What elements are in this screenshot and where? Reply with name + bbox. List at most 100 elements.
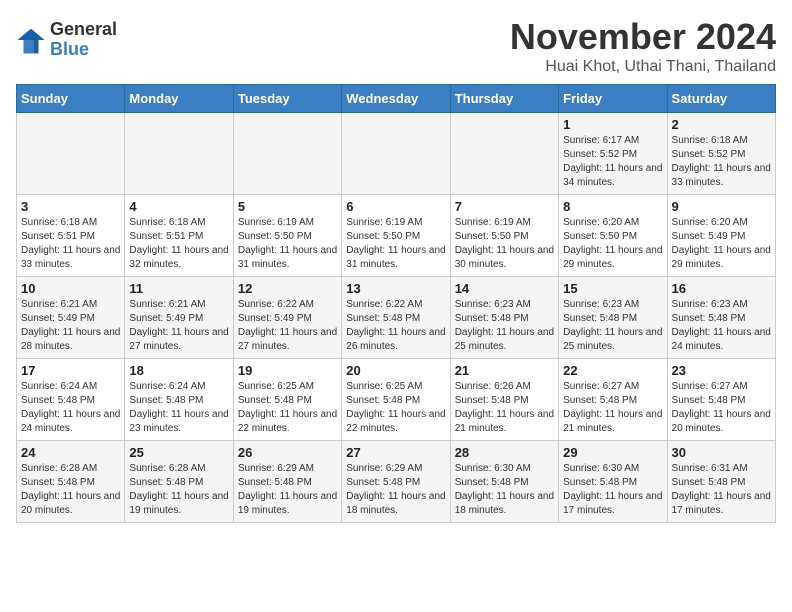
day-cell: 6 Sunrise: 6:19 AM Sunset: 5:50 PM Daylig… xyxy=(342,195,450,277)
day-cell xyxy=(342,113,450,195)
day-cell: 27 Sunrise: 6:29 AM Sunset: 5:48 PM Dayli… xyxy=(342,441,450,523)
day-info: Sunrise: 6:26 AM Sunset: 5:48 PM Dayligh… xyxy=(455,380,554,436)
header-cell-tuesday: Tuesday xyxy=(233,85,341,113)
day-cell xyxy=(233,113,341,195)
day-number: 11 xyxy=(129,281,228,296)
day-number: 1 xyxy=(563,117,662,132)
header-cell-wednesday: Wednesday xyxy=(342,85,450,113)
day-cell: 3 Sunrise: 6:18 AM Sunset: 5:51 PM Daylig… xyxy=(17,195,125,277)
day-info: Sunrise: 6:24 AM Sunset: 5:48 PM Dayligh… xyxy=(129,380,228,436)
week-row-1: 1Sunrise: 6:17 AM Sunset: 5:52 PM Daylig… xyxy=(17,113,776,195)
day-info: Sunrise: 6:22 AM Sunset: 5:48 PM Dayligh… xyxy=(346,298,445,354)
day-cell xyxy=(450,113,558,195)
day-info: Sunrise: 6:20 AM Sunset: 5:50 PM Dayligh… xyxy=(563,216,662,272)
day-cell: 30 Sunrise: 6:31 AM Sunset: 5:48 PM Dayli… xyxy=(667,441,775,523)
day-number: 18 xyxy=(129,363,228,378)
day-cell: 19 Sunrise: 6:25 AM Sunset: 5:48 PM Dayli… xyxy=(233,359,341,441)
day-info: Sunrise: 6:22 AM Sunset: 5:49 PM Dayligh… xyxy=(238,298,337,354)
logo-icon xyxy=(16,25,46,55)
day-info: Sunrise: 6:25 AM Sunset: 5:48 PM Dayligh… xyxy=(238,380,337,436)
day-number: 25 xyxy=(129,445,228,460)
page-header: General Blue November 2024 Huai Khot, Ut… xyxy=(16,16,776,76)
day-info: Sunrise: 6:29 AM Sunset: 5:48 PM Dayligh… xyxy=(346,462,445,518)
day-cell: 14Sunrise: 6:23 AM Sunset: 5:48 PM Dayli… xyxy=(450,277,558,359)
day-info: Sunrise: 6:24 AM Sunset: 5:48 PM Dayligh… xyxy=(21,380,120,436)
day-cell: 21 Sunrise: 6:26 AM Sunset: 5:48 PM Dayli… xyxy=(450,359,558,441)
day-cell: 17Sunrise: 6:24 AM Sunset: 5:48 PM Dayli… xyxy=(17,359,125,441)
week-row-5: 24Sunrise: 6:28 AM Sunset: 5:48 PM Dayli… xyxy=(17,441,776,523)
day-number: 19 xyxy=(238,363,337,378)
day-info: Sunrise: 6:19 AM Sunset: 5:50 PM Dayligh… xyxy=(238,216,337,272)
day-cell: 5 Sunrise: 6:19 AM Sunset: 5:50 PM Daylig… xyxy=(233,195,341,277)
day-cell xyxy=(17,113,125,195)
day-info: Sunrise: 6:30 AM Sunset: 5:48 PM Dayligh… xyxy=(563,462,662,518)
day-cell: 7 Sunrise: 6:19 AM Sunset: 5:50 PM Daylig… xyxy=(450,195,558,277)
day-number: 13 xyxy=(346,281,445,296)
day-cell: 12 Sunrise: 6:22 AM Sunset: 5:49 PM Dayli… xyxy=(233,277,341,359)
day-number: 21 xyxy=(455,363,554,378)
day-number: 30 xyxy=(672,445,771,460)
day-cell: 20 Sunrise: 6:25 AM Sunset: 5:48 PM Dayli… xyxy=(342,359,450,441)
header-cell-friday: Friday xyxy=(559,85,667,113)
day-number: 4 xyxy=(129,199,228,214)
day-number: 14 xyxy=(455,281,554,296)
calendar-table: SundayMondayTuesdayWednesdayThursdayFrid… xyxy=(16,84,776,523)
header-cell-saturday: Saturday xyxy=(667,85,775,113)
day-info: Sunrise: 6:19 AM Sunset: 5:50 PM Dayligh… xyxy=(346,216,445,272)
week-row-2: 3 Sunrise: 6:18 AM Sunset: 5:51 PM Daylig… xyxy=(17,195,776,277)
day-number: 6 xyxy=(346,199,445,214)
day-cell: 18 Sunrise: 6:24 AM Sunset: 5:48 PM Dayli… xyxy=(125,359,233,441)
header-cell-thursday: Thursday xyxy=(450,85,558,113)
day-info: Sunrise: 6:19 AM Sunset: 5:50 PM Dayligh… xyxy=(455,216,554,272)
day-cell: 16Sunrise: 6:23 AM Sunset: 5:48 PM Dayli… xyxy=(667,277,775,359)
day-cell: 28 Sunrise: 6:30 AM Sunset: 5:48 PM Dayli… xyxy=(450,441,558,523)
day-info: Sunrise: 6:27 AM Sunset: 5:48 PM Dayligh… xyxy=(563,380,662,436)
day-number: 28 xyxy=(455,445,554,460)
day-number: 27 xyxy=(346,445,445,460)
day-cell: 13 Sunrise: 6:22 AM Sunset: 5:48 PM Dayli… xyxy=(342,277,450,359)
header-row: SundayMondayTuesdayWednesdayThursdayFrid… xyxy=(17,85,776,113)
logo: General Blue xyxy=(16,20,117,60)
day-cell: 23Sunrise: 6:27 AM Sunset: 5:48 PM Dayli… xyxy=(667,359,775,441)
day-cell: 29Sunrise: 6:30 AM Sunset: 5:48 PM Dayli… xyxy=(559,441,667,523)
logo-general-text: General xyxy=(50,20,117,40)
day-info: Sunrise: 6:18 AM Sunset: 5:51 PM Dayligh… xyxy=(21,216,120,272)
calendar-header: SundayMondayTuesdayWednesdayThursdayFrid… xyxy=(17,85,776,113)
day-cell: 22 Sunrise: 6:27 AM Sunset: 5:48 PM Dayli… xyxy=(559,359,667,441)
day-cell: 9Sunrise: 6:20 AM Sunset: 5:49 PM Daylig… xyxy=(667,195,775,277)
location-title: Huai Khot, Uthai Thani, Thailand xyxy=(510,58,776,76)
day-number: 26 xyxy=(238,445,337,460)
day-number: 15 xyxy=(563,281,662,296)
day-number: 9 xyxy=(672,199,771,214)
day-cell: 10 Sunrise: 6:21 AM Sunset: 5:49 PM Dayli… xyxy=(17,277,125,359)
day-number: 7 xyxy=(455,199,554,214)
day-info: Sunrise: 6:29 AM Sunset: 5:48 PM Dayligh… xyxy=(238,462,337,518)
day-number: 23 xyxy=(672,363,771,378)
day-cell: 11 Sunrise: 6:21 AM Sunset: 5:49 PM Dayli… xyxy=(125,277,233,359)
day-info: Sunrise: 6:30 AM Sunset: 5:48 PM Dayligh… xyxy=(455,462,554,518)
day-number: 12 xyxy=(238,281,337,296)
day-info: Sunrise: 6:25 AM Sunset: 5:48 PM Dayligh… xyxy=(346,380,445,436)
day-number: 10 xyxy=(21,281,120,296)
day-cell: 15Sunrise: 6:23 AM Sunset: 5:48 PM Dayli… xyxy=(559,277,667,359)
day-info: Sunrise: 6:21 AM Sunset: 5:49 PM Dayligh… xyxy=(129,298,228,354)
logo-blue-text: Blue xyxy=(50,40,117,60)
day-info: Sunrise: 6:31 AM Sunset: 5:48 PM Dayligh… xyxy=(672,462,771,518)
day-number: 5 xyxy=(238,199,337,214)
day-cell xyxy=(125,113,233,195)
day-number: 3 xyxy=(21,199,120,214)
day-info: Sunrise: 6:21 AM Sunset: 5:49 PM Dayligh… xyxy=(21,298,120,354)
header-cell-monday: Monday xyxy=(125,85,233,113)
logo-text: General Blue xyxy=(50,20,117,60)
day-cell: 8Sunrise: 6:20 AM Sunset: 5:50 PM Daylig… xyxy=(559,195,667,277)
day-cell: 1Sunrise: 6:17 AM Sunset: 5:52 PM Daylig… xyxy=(559,113,667,195)
week-row-4: 17Sunrise: 6:24 AM Sunset: 5:48 PM Dayli… xyxy=(17,359,776,441)
day-number: 2 xyxy=(672,117,771,132)
day-cell: 24Sunrise: 6:28 AM Sunset: 5:48 PM Dayli… xyxy=(17,441,125,523)
day-info: Sunrise: 6:23 AM Sunset: 5:48 PM Dayligh… xyxy=(672,298,771,354)
day-cell: 2Sunrise: 6:18 AM Sunset: 5:52 PM Daylig… xyxy=(667,113,775,195)
day-number: 20 xyxy=(346,363,445,378)
day-info: Sunrise: 6:28 AM Sunset: 5:48 PM Dayligh… xyxy=(21,462,120,518)
day-cell: 4Sunrise: 6:18 AM Sunset: 5:51 PM Daylig… xyxy=(125,195,233,277)
day-number: 22 xyxy=(563,363,662,378)
